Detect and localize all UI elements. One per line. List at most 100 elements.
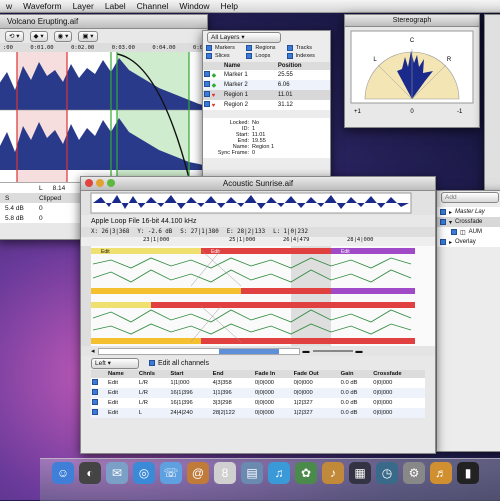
column-header[interactable]: Position	[277, 62, 330, 70]
minimize-button[interactable]	[96, 179, 104, 187]
menu-channel[interactable]: Channel	[137, 0, 169, 12]
column-header[interactable]: End	[212, 370, 254, 378]
list-item[interactable]: ◫ AUM	[437, 227, 500, 237]
column-header[interactable]: Fade In	[254, 370, 293, 378]
scroll-thumb[interactable]	[218, 348, 279, 354]
channel-select[interactable]: Left ▾	[91, 357, 139, 369]
garageband-icon[interactable]: ♪	[322, 462, 344, 484]
menu-help[interactable]: Help	[221, 0, 238, 12]
checkbox[interactable]	[246, 45, 253, 51]
edit-all-checkbox[interactable]	[149, 360, 155, 366]
edit-all-checkbox-row[interactable]: Edit all channels	[149, 360, 209, 367]
mail-icon[interactable]: ✉	[106, 462, 128, 484]
column-header[interactable]: Gain	[340, 370, 373, 378]
checkbox[interactable]	[92, 389, 98, 395]
menu-window[interactable]: Window	[179, 0, 209, 12]
ical-icon[interactable]: 8	[214, 462, 236, 484]
loop-tool-button[interactable]: ⟲ ▾	[5, 30, 24, 42]
filter-slices[interactable]: Slices	[206, 53, 246, 59]
checkbox[interactable]	[92, 399, 98, 405]
play-tool-button[interactable]: ◉ ▾	[53, 30, 73, 42]
shield-tool-button[interactable]: ◆ ▾	[29, 30, 48, 42]
dashboard-icon[interactable]: ◐	[79, 462, 101, 484]
filter-markers[interactable]: Markers	[206, 45, 246, 51]
filter-loops[interactable]: Loops	[246, 53, 286, 59]
finder-icon[interactable]: ☺	[52, 462, 74, 484]
checkbox[interactable]	[286, 45, 293, 51]
volcano-waveform[interactable]	[0, 52, 207, 182]
spaces-icon[interactable]: ▦	[349, 462, 371, 484]
list-item[interactable]: ▸ Master Lay	[437, 207, 500, 217]
zoom-out-icon[interactable]: ▬	[303, 348, 310, 355]
collapse-icon[interactable]: ▾	[449, 219, 452, 226]
checkbox[interactable]	[440, 239, 446, 245]
checkbox[interactable]	[92, 409, 98, 415]
menu-label[interactable]: Label	[105, 0, 126, 12]
time-machine-icon[interactable]: ◷	[376, 462, 398, 484]
preview-icon[interactable]: ▤	[241, 462, 263, 484]
list-item[interactable]: ▸ Overlay	[437, 237, 500, 247]
zoom-button[interactable]	[107, 179, 115, 187]
detail-value[interactable]: Region 1	[252, 144, 274, 150]
checkbox[interactable]	[204, 81, 210, 87]
checkbox[interactable]	[206, 53, 212, 59]
close-button[interactable]	[85, 179, 93, 187]
menu-window-partial[interactable]: w	[6, 0, 12, 12]
safari-icon[interactable]: ◎	[133, 462, 155, 484]
menu-layer[interactable]: Layer	[73, 0, 94, 12]
stereograph-title: Stereograph	[392, 17, 432, 24]
column-header[interactable]: Start	[169, 370, 211, 378]
iphoto-icon[interactable]: ✿	[295, 462, 317, 484]
column-header[interactable]: Name	[107, 370, 138, 378]
zoom-slider[interactable]	[312, 350, 353, 352]
overview-waveform[interactable]	[81, 191, 435, 215]
system-preferences-icon[interactable]: ⚙	[403, 462, 425, 484]
checkbox[interactable]	[286, 53, 293, 59]
detail-value[interactable]: 0	[252, 150, 255, 156]
checkbox[interactable]	[204, 101, 210, 107]
terminal-icon[interactable]: ▮	[457, 462, 479, 484]
table-row[interactable]: ◆ Marker 1 25.55	[203, 70, 330, 80]
channel-select-value: Left	[95, 359, 106, 367]
view-tool-button[interactable]: ▣ ▾	[78, 30, 98, 42]
horizontal-scrollbar[interactable]	[97, 347, 300, 355]
table-row[interactable]: Edit L/R 1|1|000 4|3|358 0|0|000 0|0|000…	[91, 378, 425, 388]
checkbox[interactable]	[440, 209, 446, 215]
table-row[interactable]: ♥ Region 1 11.01	[203, 90, 330, 100]
checkbox[interactable]	[204, 71, 210, 77]
soundtrack-icon[interactable]: ♬	[430, 462, 452, 484]
column-header[interactable]: Chnls	[138, 370, 169, 378]
column-header[interactable]: Name	[223, 62, 277, 70]
checkbox[interactable]	[206, 45, 212, 51]
table-row[interactable]: Edit L/R 16|1|396 3|3|298 0|0|000 1|2|32…	[91, 398, 425, 408]
layers-select[interactable]: All Layers ▾	[207, 32, 281, 43]
add-layer-select[interactable]: Add	[441, 191, 499, 203]
table-row[interactable]: Edit L 24|4|240 28|2|122 0|0|000 1|2|327…	[91, 408, 425, 418]
filter-indexes[interactable]: Indexes	[286, 53, 327, 59]
expand-icon[interactable]: ▸	[449, 209, 452, 216]
menu-waveform[interactable]: Waveform	[23, 0, 61, 12]
checkbox[interactable]	[92, 379, 98, 385]
checkbox[interactable]	[246, 53, 253, 59]
table-row[interactable]: ♥ Region 2 31.12	[203, 100, 330, 110]
zoom-in-icon[interactable]: ▬	[356, 348, 363, 355]
column-header[interactable]: Fade Out	[293, 370, 340, 378]
table-row[interactable]: Edit L/R 16|1|396 1|1|396 0|0|000 0|0|00…	[91, 388, 425, 398]
address-book-icon[interactable]: @	[187, 462, 209, 484]
expand-icon[interactable]: ▸	[449, 239, 452, 246]
table-row[interactable]: ◆ Marker 2 6.06	[203, 80, 330, 90]
acoustic-title: Acoustic Sunrise.aif	[222, 179, 294, 188]
filter-tracks[interactable]: Tracks	[286, 45, 327, 51]
checkbox[interactable]	[204, 91, 210, 97]
list-item[interactable]: ▾ Crossfade	[437, 217, 500, 227]
region-icon: ♥	[211, 103, 216, 109]
column-header[interactable]: Crossfade	[372, 370, 425, 378]
lane-waveforms	[92, 249, 412, 343]
checkbox[interactable]	[451, 229, 457, 235]
multitrack-editor[interactable]: Edit Edit Edit	[81, 246, 435, 346]
filter-regions[interactable]: Regions	[246, 45, 286, 51]
scroll-left-icon[interactable]: ◂	[91, 347, 95, 355]
checkbox[interactable]	[440, 219, 446, 225]
itunes-icon[interactable]: ♫	[268, 462, 290, 484]
ichat-icon[interactable]: ☏	[160, 462, 182, 484]
